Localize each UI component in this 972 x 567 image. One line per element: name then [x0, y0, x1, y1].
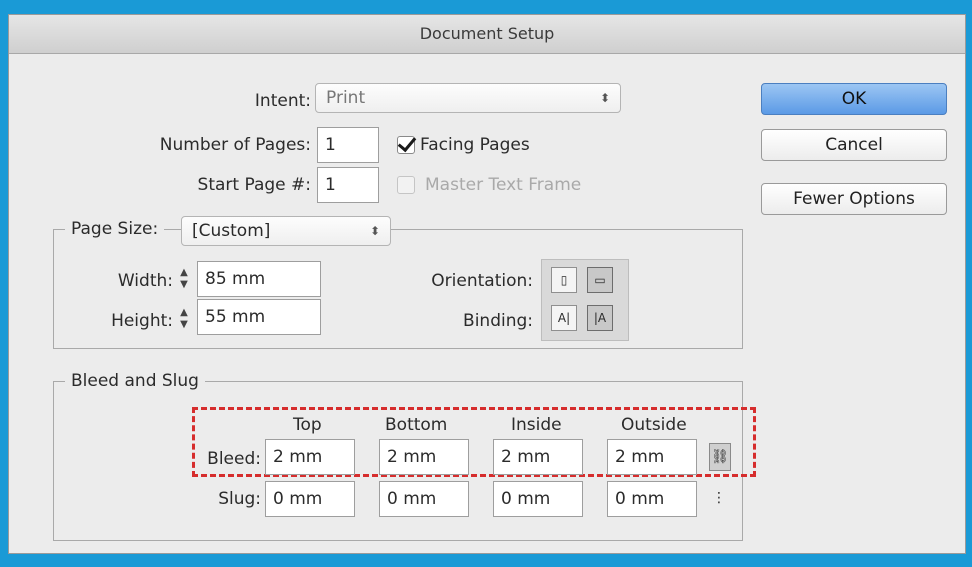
chain-link-icon[interactable]: ⛓ — [709, 443, 731, 471]
portrait-icon[interactable]: ▯ — [551, 267, 577, 293]
width-label: Width: — [117, 271, 173, 291]
width-input[interactable]: 85 mm — [197, 261, 321, 297]
updown-arrows-icon: ⬍ — [599, 91, 610, 105]
width-stepper-icon[interactable]: ▲ ▼ — [177, 267, 191, 293]
fewer-options-button[interactable]: Fewer Options — [761, 183, 947, 215]
broken-chain-icon[interactable]: ⋮ — [709, 485, 729, 511]
column-inside: Inside — [511, 415, 562, 435]
cancel-button[interactable]: Cancel — [761, 129, 947, 161]
ok-button[interactable]: OK — [761, 83, 947, 115]
height-label: Height: — [111, 311, 173, 331]
slug-bottom-input[interactable]: 0 mm — [379, 481, 469, 517]
column-bottom: Bottom — [385, 415, 448, 435]
intent-select[interactable]: Print ⬍ — [315, 83, 621, 113]
column-top: Top — [293, 415, 322, 435]
height-stepper-icon[interactable]: ▲ ▼ — [177, 307, 191, 333]
column-outside: Outside — [621, 415, 687, 435]
binding-label: Binding: — [463, 311, 533, 331]
intent-label: Intent: — [254, 91, 311, 111]
page-size-value: [Custom] — [192, 221, 271, 241]
intent-value: Print — [326, 88, 366, 108]
document-setup-dialog: Document Setup Intent: Print ⬍ Number of… — [8, 14, 966, 554]
start-page-input[interactable]: 1 — [317, 167, 379, 203]
slug-inside-input[interactable]: 0 mm — [493, 481, 583, 517]
facing-pages-label: Facing Pages — [420, 135, 530, 155]
orientation-label: Orientation: — [431, 271, 533, 291]
bleed-slug-title: Bleed and Slug — [65, 371, 205, 391]
start-page-label: Start Page #: — [197, 175, 311, 195]
right-binding-icon[interactable]: |A — [587, 305, 613, 331]
number-of-pages-label: Number of Pages: — [159, 135, 311, 155]
slug-label: Slug: — [218, 489, 261, 509]
master-text-frame-checkbox[interactable] — [397, 176, 415, 194]
number-of-pages-input[interactable]: 1 — [317, 127, 379, 163]
bleed-label: Bleed: — [207, 449, 261, 469]
bleed-bottom-input[interactable]: 2 mm — [379, 439, 469, 475]
updown-arrows-icon: ⬍ — [369, 224, 380, 238]
left-binding-icon[interactable]: A| — [551, 305, 577, 331]
bleed-inside-input[interactable]: 2 mm — [493, 439, 583, 475]
bleed-top-input[interactable]: 2 mm — [265, 439, 355, 475]
dialog-title: Document Setup — [9, 15, 965, 54]
bleed-outside-input[interactable]: 2 mm — [607, 439, 697, 475]
facing-pages-checkbox[interactable] — [397, 136, 415, 154]
landscape-icon[interactable]: ▭ — [587, 267, 613, 293]
master-text-frame-label: Master Text Frame — [425, 175, 582, 195]
slug-top-input[interactable]: 0 mm — [265, 481, 355, 517]
page-size-select[interactable]: [Custom] ⬍ — [181, 216, 391, 246]
slug-outside-input[interactable]: 0 mm — [607, 481, 697, 517]
height-input[interactable]: 55 mm — [197, 299, 321, 335]
page-size-label: Page Size: — [65, 219, 165, 239]
